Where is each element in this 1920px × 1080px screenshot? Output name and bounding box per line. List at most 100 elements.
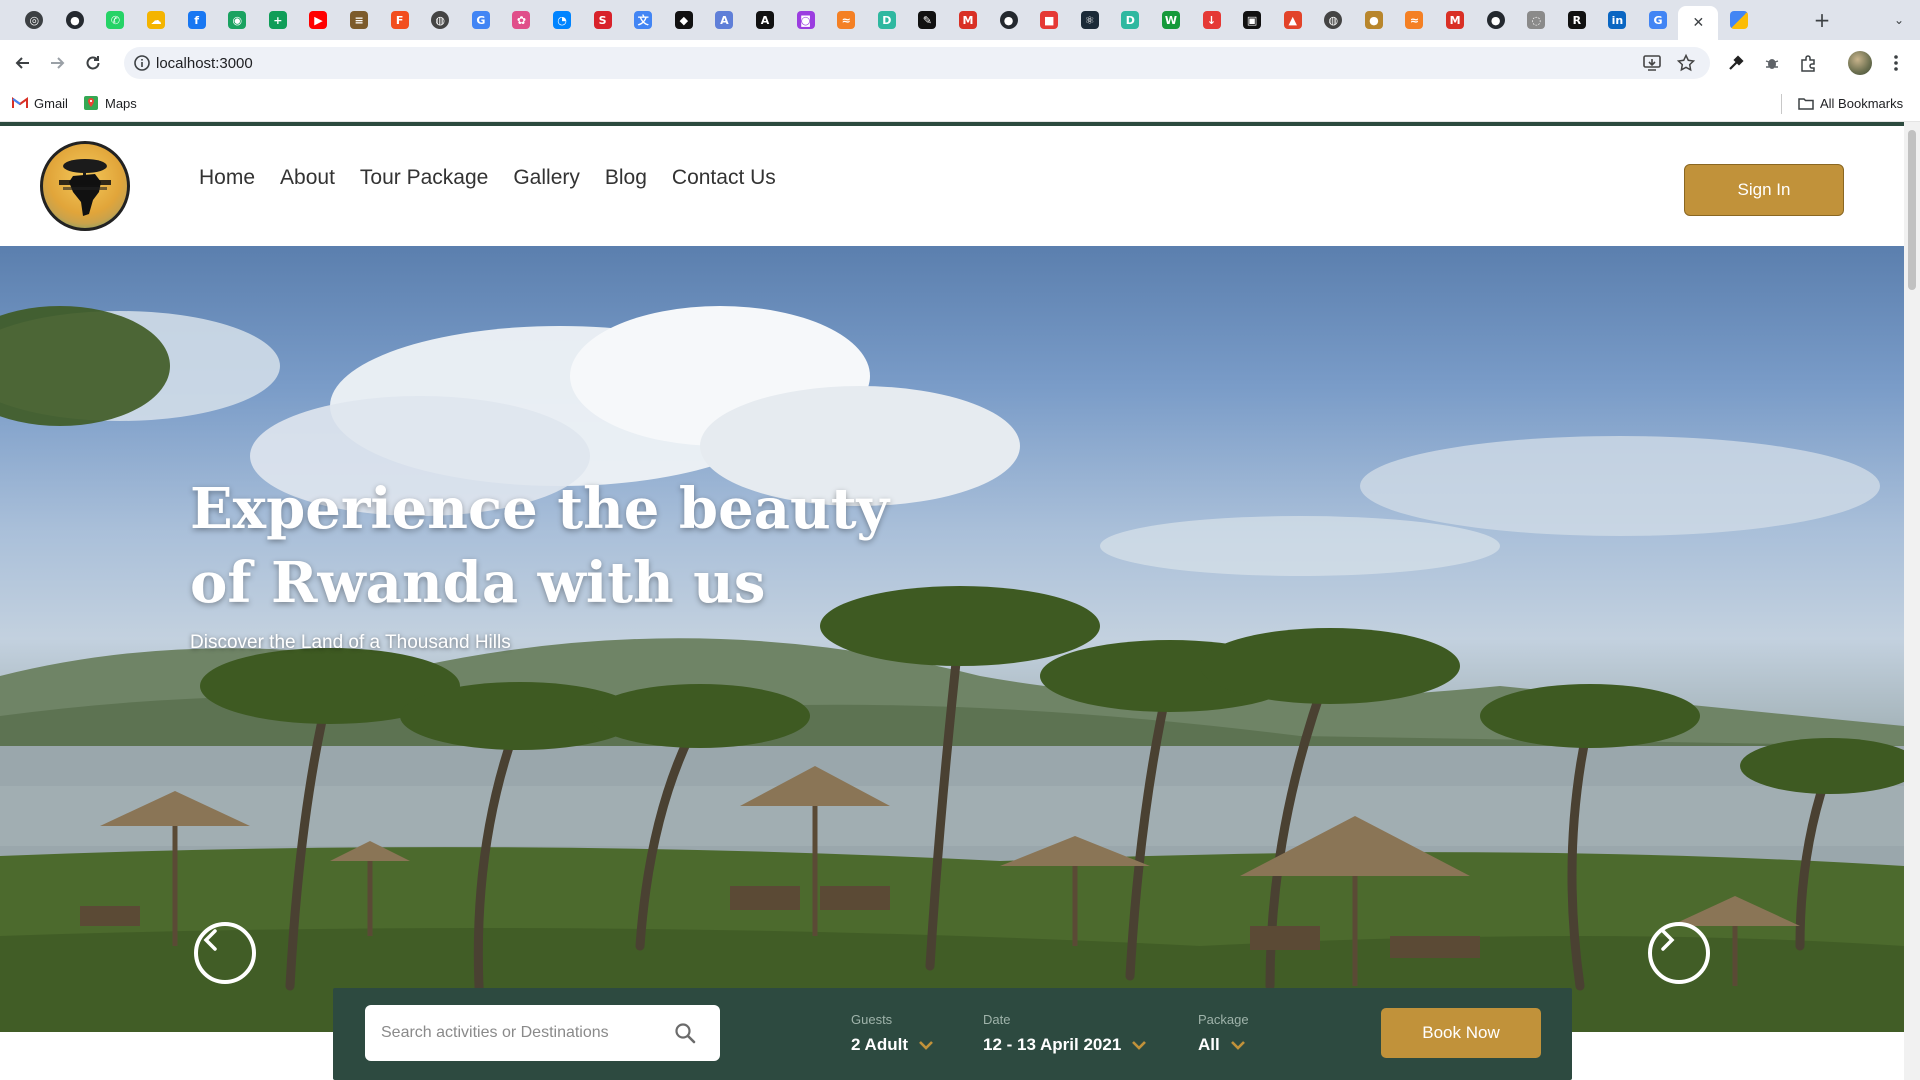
hero-title: Experience the beauty of Rwanda with us xyxy=(190,476,890,616)
browser-tab[interactable]: F xyxy=(379,0,420,40)
page-scrollbar[interactable] xyxy=(1904,122,1920,1080)
hero-carousel: Experience the beauty of Rwanda with us … xyxy=(0,246,1904,1032)
browser-tab[interactable]: ◆ xyxy=(664,0,705,40)
package-select[interactable]: Package All xyxy=(1198,1012,1249,1055)
search-box[interactable] xyxy=(365,1005,720,1061)
folder-icon xyxy=(1798,95,1814,111)
close-tab-icon[interactable]: ✕ xyxy=(1692,15,1704,31)
bookmark-star-icon[interactable] xyxy=(1676,53,1696,73)
url-text[interactable]: localhost:3000 xyxy=(156,55,253,72)
spiral-icon: ◌ xyxy=(1527,11,1546,29)
chevron-right-icon xyxy=(1661,929,1675,951)
gmail-icon: M xyxy=(958,11,977,29)
book-now-button[interactable]: Book Now xyxy=(1381,1008,1541,1058)
bookmark-maps[interactable]: Maps xyxy=(83,95,137,111)
bookmark-label: Gmail xyxy=(34,95,68,111)
date-select[interactable]: Date 12 - 13 April 2021 xyxy=(983,1012,1147,1055)
extension-bug-icon[interactable] xyxy=(1760,51,1784,75)
browser-tab[interactable]: ≈ xyxy=(826,0,867,40)
booking-search-bar: Guests 2 Adult Date 12 - 13 April 2021 P… xyxy=(333,988,1572,1080)
new-tab-button[interactable]: + xyxy=(1808,6,1836,34)
nav-gallery[interactable]: Gallery xyxy=(513,166,580,190)
browser-tab[interactable]: f xyxy=(176,0,217,40)
browser-tab[interactable]: ◍ xyxy=(1313,0,1354,40)
browser-tab[interactable]: ▲ xyxy=(1272,0,1313,40)
scrollbar-thumb[interactable] xyxy=(1908,130,1916,290)
diamond-icon: ◆ xyxy=(674,11,693,29)
browser-tab[interactable]: G xyxy=(1638,0,1679,40)
browser-tab[interactable]: 文 xyxy=(623,0,664,40)
browser-tab[interactable]: S xyxy=(582,0,623,40)
search-icon[interactable] xyxy=(673,1021,697,1045)
nav-tour-package[interactable]: Tour Package xyxy=(360,166,488,190)
carousel-prev-button[interactable] xyxy=(194,922,256,984)
browser-tab[interactable]: ✆ xyxy=(95,0,136,40)
tab-search-icon[interactable]: ⌄ xyxy=(1886,8,1912,32)
back-icon[interactable] xyxy=(8,48,38,78)
browser-tab[interactable]: ✿ xyxy=(501,0,542,40)
browser-tab[interactable]: ◉ xyxy=(217,0,258,40)
browser-tab[interactable]: ≈ xyxy=(1394,0,1435,40)
browser-tab[interactable]: ⚛ xyxy=(1069,0,1110,40)
github-icon: ● xyxy=(999,11,1018,29)
browser-tab[interactable]: ● xyxy=(1354,0,1395,40)
reload-icon[interactable] xyxy=(78,48,108,78)
bookmark-gmail[interactable]: Gmail xyxy=(12,95,68,111)
chevron-left-icon xyxy=(203,929,217,951)
chevron-down-icon xyxy=(919,1041,933,1050)
nav-home[interactable]: Home xyxy=(199,166,255,190)
browser-tab[interactable]: A xyxy=(745,0,786,40)
browser-tab[interactable] xyxy=(1718,0,1759,40)
carousel-next-button[interactable] xyxy=(1648,922,1710,984)
browser-tab[interactable]: ≡ xyxy=(339,0,380,40)
browser-tab[interactable]: W xyxy=(1151,0,1192,40)
extensions-puzzle-icon[interactable] xyxy=(1796,51,1820,75)
browser-tab[interactable]: ◙ xyxy=(785,0,826,40)
browser-tab[interactable]: + xyxy=(258,0,299,40)
browser-tab[interactable]: ◎ xyxy=(14,0,55,40)
browser-tab[interactable]: ✎ xyxy=(907,0,948,40)
stack-icon: ≡ xyxy=(350,11,369,29)
pen-icon: ✎ xyxy=(918,11,937,29)
browser-tab[interactable]: D xyxy=(1110,0,1151,40)
search-input[interactable] xyxy=(381,1005,671,1061)
browser-tab[interactable]: ▶ xyxy=(298,0,339,40)
browser-tab[interactable]: ◌ xyxy=(1516,0,1557,40)
active-tab[interactable]: ✕ xyxy=(1678,6,1719,40)
browser-tab[interactable]: M xyxy=(948,0,989,40)
sign-in-button[interactable]: Sign In xyxy=(1684,164,1844,216)
guests-select[interactable]: Guests 2 Adult xyxy=(851,1012,934,1055)
package-label: Package xyxy=(1198,1012,1249,1027)
browser-tab[interactable]: ● xyxy=(1475,0,1516,40)
browser-tab[interactable]: R xyxy=(1557,0,1598,40)
eyedropper-icon[interactable] xyxy=(1724,51,1748,75)
profile-avatar[interactable] xyxy=(1848,51,1872,75)
all-bookmarks-button[interactable]: All Bookmarks xyxy=(1798,95,1903,111)
d-icon: D xyxy=(1121,11,1140,29)
browser-tab[interactable]: ▣ xyxy=(1232,0,1273,40)
site-info-icon[interactable] xyxy=(132,53,152,73)
browser-tab[interactable]: ↓ xyxy=(1191,0,1232,40)
browser-tab[interactable]: ◔ xyxy=(542,0,583,40)
address-bar[interactable]: localhost:3000 xyxy=(124,47,1710,79)
browser-tab[interactable]: ● xyxy=(988,0,1029,40)
chat-icon: ◙ xyxy=(796,11,815,29)
browser-tab[interactable]: ■ xyxy=(1029,0,1070,40)
nav-contact-us[interactable]: Contact Us xyxy=(672,166,776,190)
browser-tab[interactable]: A xyxy=(704,0,745,40)
nav-about[interactable]: About xyxy=(280,166,335,190)
browser-tab[interactable]: ☁ xyxy=(136,0,177,40)
bookmarks-bar: Gmail Maps All Bookmarks xyxy=(0,86,1920,122)
nav-blog[interactable]: Blog xyxy=(605,166,647,190)
world-icon: ◍ xyxy=(431,11,450,29)
browser-tab[interactable]: D xyxy=(866,0,907,40)
browser-tab[interactable]: in xyxy=(1597,0,1638,40)
browser-tab[interactable]: ● xyxy=(55,0,96,40)
browser-menu-icon[interactable] xyxy=(1884,51,1908,75)
install-app-icon[interactable] xyxy=(1642,53,1662,73)
browser-tab[interactable]: ◍ xyxy=(420,0,461,40)
browser-tab[interactable]: M xyxy=(1435,0,1476,40)
forward-icon[interactable] xyxy=(42,48,72,78)
africa-logo-icon[interactable] xyxy=(40,141,130,231)
browser-tab[interactable]: G xyxy=(461,0,502,40)
